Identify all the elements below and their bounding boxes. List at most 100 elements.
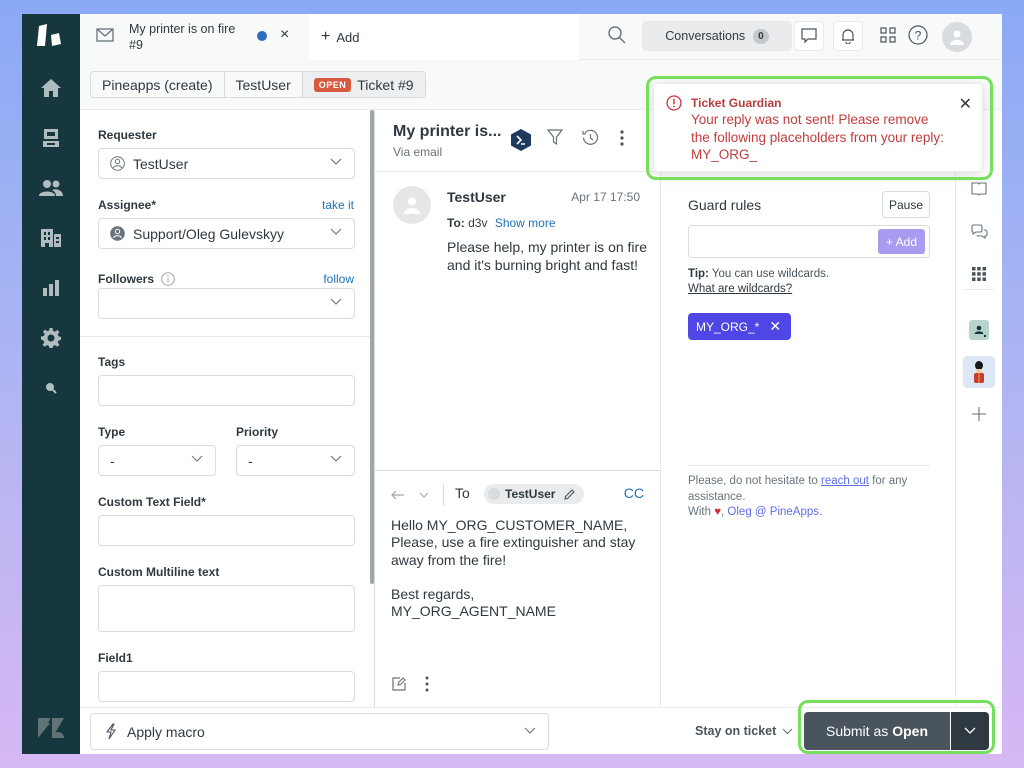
reach-out-link[interactable]: reach out (821, 475, 869, 487)
tags-input[interactable] (98, 375, 355, 406)
cc-button[interactable]: CC (624, 485, 644, 501)
chat-bubbles-icon (970, 224, 988, 240)
rail-conversations[interactable] (963, 216, 995, 248)
notifications-button[interactable] (833, 21, 863, 51)
requester-value: TestUser (133, 155, 189, 172)
take-it-link[interactable]: take it (322, 198, 354, 212)
rail-app-user-info[interactable] (963, 314, 995, 346)
message-author-avatar[interactable] (393, 186, 431, 224)
lightning-icon (105, 723, 117, 740)
apps-grid-icon[interactable] (880, 27, 896, 43)
stay-on-ticket-label: Stay on ticket (695, 724, 777, 738)
show-more-link[interactable]: Show more (495, 216, 556, 230)
rail-apps[interactable] (963, 258, 995, 290)
add-tab-button[interactable]: + Add (309, 14, 579, 60)
recipient-chip[interactable]: TestUser (484, 484, 585, 504)
rule-chip: MY_ORG_* ✕ (688, 313, 792, 340)
search-icon (46, 383, 57, 394)
nav-organizations[interactable] (22, 218, 80, 258)
message-author[interactable]: TestUser (447, 189, 506, 205)
nav-admin[interactable] (22, 318, 80, 358)
priority-label: Priority (236, 425, 279, 439)
info-icon[interactable] (161, 272, 176, 286)
breadcrumb-ticket[interactable]: OPEN Ticket #9 (302, 72, 425, 97)
ticket-guardian-app: Guard rules Pause + Add Tip: You can use… (660, 110, 956, 707)
history-icon[interactable] (582, 129, 599, 146)
nav-reporting[interactable] (22, 268, 80, 308)
user-avatar[interactable] (942, 22, 972, 52)
add-tab-label: Add (336, 29, 360, 45)
type-value: - (110, 452, 115, 469)
submit-prefix: Submit as (825, 723, 889, 739)
user-circle-icon (110, 156, 125, 171)
conversation-pane: My printer is... Via email TestUser Apr … (375, 110, 660, 707)
custom-multiline-textarea[interactable] (98, 585, 355, 632)
conversations-button[interactable]: Conversations 0 (642, 21, 792, 51)
help-icon[interactable]: ? (908, 25, 928, 45)
assignee-field[interactable]: Support/Oleg Gulevskyy (98, 218, 355, 249)
followers-label-text: Followers (98, 272, 155, 286)
search-icon[interactable] (608, 26, 626, 44)
breadcrumb-user[interactable]: TestUser (225, 72, 303, 97)
ticket-properties-panel: Requester TestUser Assignee* take it Sup… (80, 110, 374, 707)
add-rule-button[interactable]: + Add (878, 229, 925, 254)
remove-rule-icon[interactable]: ✕ (769, 318, 781, 335)
chat-button[interactable] (794, 21, 824, 51)
tags-label: Tags (98, 355, 126, 369)
rule-input[interactable]: + Add (688, 225, 930, 258)
to-label: To: (447, 216, 465, 230)
rail-app-ticket-guardian[interactable] (963, 356, 995, 388)
field1-input[interactable] (98, 671, 355, 702)
ticket-tab[interactable]: My printer is on fire #9 × (80, 14, 309, 60)
nav-views[interactable] (22, 118, 80, 158)
nav-customers[interactable] (22, 168, 80, 208)
support-product-logo-icon[interactable] (36, 24, 66, 50)
pencil-icon[interactable] (563, 488, 576, 501)
chevron-down-icon (330, 298, 342, 305)
close-tab-icon[interactable]: × (280, 26, 289, 44)
message-recipients: To: d3v Show more (447, 216, 556, 230)
compose-icon[interactable] (391, 676, 407, 692)
submit-options-button[interactable] (951, 712, 989, 750)
reply-arrow-icon (391, 490, 404, 500)
breadcrumb-organization[interactable]: Pineapps (create) (91, 72, 225, 97)
chevron-down-icon (330, 455, 342, 462)
bell-icon (842, 29, 854, 44)
custom-text-input[interactable] (98, 515, 355, 546)
highlight-outline (646, 76, 993, 180)
unsaved-indicator (257, 31, 267, 41)
follow-link[interactable]: follow (323, 272, 354, 286)
context-rail (957, 110, 1002, 707)
ai-agent-icon[interactable] (510, 128, 532, 152)
rail-add-app[interactable] (963, 398, 995, 430)
followers-field[interactable] (98, 288, 355, 319)
pause-button[interactable]: Pause (882, 191, 930, 218)
type-select[interactable]: - (98, 445, 216, 476)
chevron-down-icon (964, 727, 976, 734)
chevron-down-icon (191, 455, 203, 462)
guardian-icon (974, 361, 984, 383)
main-nav (22, 14, 80, 754)
wildcards-link[interactable]: What are wildcards? (688, 283, 792, 295)
apply-macro-select[interactable]: Apply macro (90, 713, 549, 750)
status-badge: OPEN (313, 77, 352, 92)
priority-select[interactable]: - (236, 445, 355, 476)
author-link[interactable]: Oleg @ PineApps (727, 506, 819, 518)
zendesk-logo-icon[interactable] (38, 718, 64, 738)
nav-search[interactable] (22, 368, 80, 408)
reply-type-selector[interactable] (391, 484, 444, 506)
more-options-icon[interactable] (425, 676, 429, 692)
filter-icon[interactable] (547, 129, 563, 145)
support-divider (688, 465, 930, 466)
nav-home[interactable] (22, 68, 80, 108)
custom-text-label: Custom Text Field* (98, 495, 206, 509)
more-options-icon[interactable] (620, 130, 624, 146)
stay-on-ticket-select[interactable]: Stay on ticket (695, 724, 793, 738)
requester-field[interactable]: TestUser (98, 148, 355, 179)
reply-text-editor[interactable]: Hello MY_ORG_CUSTOMER_NAME, Please, use … (391, 517, 651, 621)
user-icon (950, 30, 964, 45)
followers-label: Followers (98, 272, 176, 286)
submit-button[interactable]: Submit as Open (804, 712, 950, 750)
building-icon (41, 229, 61, 247)
plus-icon: + (321, 28, 331, 45)
